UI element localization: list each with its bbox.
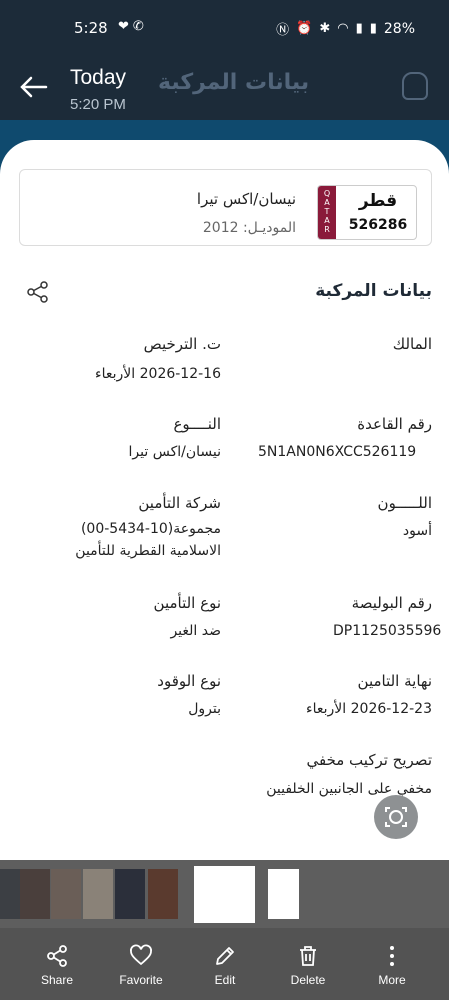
fuel-value: بترول: [188, 701, 221, 717]
favorite-button[interactable]: Favorite: [106, 944, 176, 987]
chassis-value: 5N1AN0N6XCC526119: [258, 444, 417, 460]
more-button[interactable]: More: [357, 944, 427, 987]
back-button[interactable]: [16, 72, 50, 102]
share-icon[interactable]: [26, 280, 50, 304]
section-title: بيانات المركبة: [315, 281, 432, 301]
n-icon: Ⓝ: [276, 23, 290, 38]
lens-icon: [385, 807, 407, 827]
edit-button[interactable]: Edit: [190, 944, 260, 987]
policy-label: رقم البوليصة: [351, 594, 432, 612]
heart-icon: [130, 944, 152, 966]
filmstrip[interactable]: [0, 860, 449, 928]
more-label: More: [378, 973, 406, 987]
insurer-label: شركة التأمين: [138, 494, 221, 512]
pencil-icon: [216, 947, 234, 965]
license-date-label: ت. الترخيص: [143, 335, 221, 353]
thumbnail[interactable]: [148, 869, 178, 919]
share-label: Share: [40, 973, 74, 987]
more-vertical-icon: [390, 946, 394, 966]
type-label: النــــوع: [173, 415, 221, 433]
bluetooth-icon: ✱: [319, 21, 331, 36]
vehicle-summary[interactable]: Q A T A R قطر 526286 نيسان/اكس تيرا المو…: [19, 169, 432, 246]
insurance-type-value: ضد الغير: [170, 623, 221, 639]
system-icons: Ⓝ ⏰ ✱ ◠ ▮ ▮ 28%: [276, 19, 415, 39]
insurer-value-line1: (00-5434-10)مجموعة: [80, 521, 221, 537]
battery-level: 28%: [383, 20, 415, 37]
thumbnail[interactable]: [0, 869, 20, 919]
notification-icons: ❤✆: [118, 19, 148, 34]
tint-permit-label: تصريح تركيب مخفي: [306, 751, 432, 769]
trash-icon: [300, 946, 316, 966]
thumbnail[interactable]: [268, 869, 299, 919]
status-time: 5:28: [74, 19, 108, 37]
color-label: اللـــــون: [377, 494, 432, 512]
type-value: نيسان/اكس تيرا: [128, 444, 221, 460]
thumbnail[interactable]: [20, 869, 50, 919]
signal-icon: ▮: [355, 21, 363, 36]
header-subtitle: 5:20 PM: [70, 96, 126, 113]
plate-country-band: Q A T A R: [318, 186, 336, 239]
edit-label: Edit: [214, 973, 236, 987]
home-icon: [402, 72, 428, 100]
insurance-end-label: نهاية التامين: [357, 672, 432, 690]
plate-country: قطر: [358, 191, 398, 211]
policy-value: DP1125035596: [333, 623, 442, 639]
status-bar: 5:28 ❤✆ Ⓝ ⏰ ✱ ◠ ▮ ▮ 28%: [0, 0, 449, 44]
chassis-label: رقم القاعدة: [357, 415, 432, 433]
header-title: Today: [70, 66, 127, 89]
thumbnail-current[interactable]: [194, 866, 255, 923]
heart-wave-icon: ❤: [118, 19, 133, 34]
insurance-end-value: 2026-12-23 الأربعاء: [306, 701, 432, 717]
whatsapp-icon: ✆: [132, 19, 148, 34]
share-button[interactable]: Share: [22, 944, 92, 987]
back-arrow-icon: [20, 76, 48, 98]
favorite-label: Favorite: [119, 973, 163, 987]
thumbnail[interactable]: [115, 869, 145, 919]
insurer-value-line2: الاسلامية القطرية للتأمين: [75, 543, 221, 559]
underlying-page-title: بيانات المركبة: [158, 70, 310, 95]
owner-label: المالك: [392, 335, 432, 353]
fuel-label: نوع الوقود: [157, 672, 221, 690]
vehicle-name: نيسان/اكس تيرا: [196, 190, 296, 208]
license-plate: Q A T A R قطر 526286: [317, 185, 417, 240]
color-value: أسود: [402, 523, 432, 539]
vehicle-details-card: Q A T A R قطر 526286 نيسان/اكس تيرا المو…: [0, 140, 449, 860]
insurance-type-label: نوع التأمين: [153, 594, 221, 612]
lens-button[interactable]: [374, 795, 418, 839]
viewer-header: Today 5:20 PM بيانات المركبة: [0, 44, 449, 124]
delete-button[interactable]: Delete: [273, 944, 343, 987]
delete-label: Delete: [290, 973, 326, 987]
thumbnail[interactable]: [83, 869, 113, 919]
bottom-action-bar: Share Favorite Edit Delete More: [0, 928, 449, 1000]
vehicle-model: الموديـل: 2012: [202, 220, 296, 236]
thumbnail[interactable]: [51, 869, 81, 919]
wifi-icon: ◠: [337, 21, 349, 36]
license-date-value: 2026-12-16 الأربعاء: [95, 366, 221, 382]
signal-icon: ▮: [369, 21, 377, 36]
share-icon: [47, 945, 67, 967]
alarm-icon: ⏰: [296, 21, 313, 36]
plate-number: 526286: [348, 217, 408, 233]
